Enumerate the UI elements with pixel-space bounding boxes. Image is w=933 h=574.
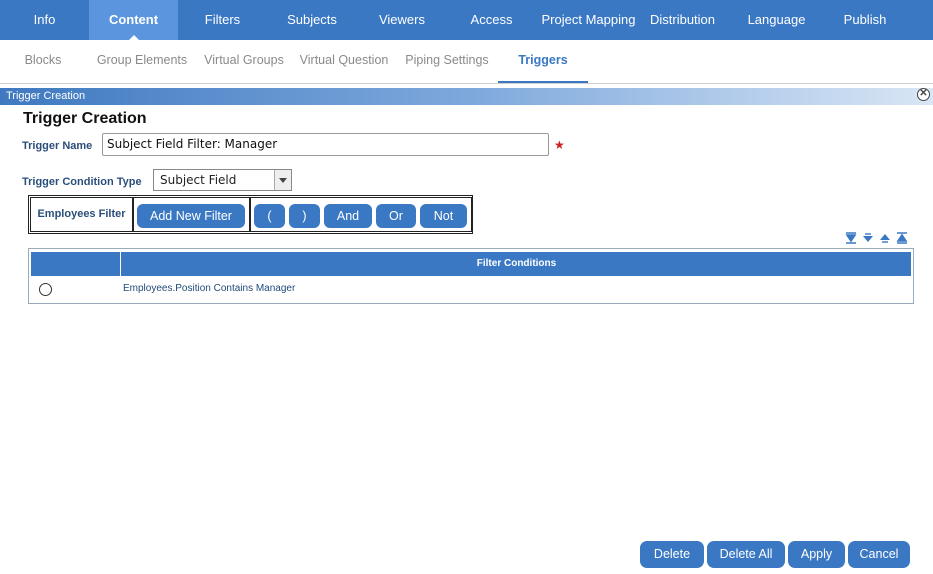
or-button[interactable]: Or (376, 204, 416, 228)
employees-filter-label: Employees Filter (30, 197, 133, 232)
page-title: Trigger Creation (23, 110, 147, 127)
top-nav: Info Content Filters Subjects Viewers Ac… (0, 0, 933, 41)
move-up-icon[interactable] (879, 232, 891, 244)
nav-tab-language[interactable]: Language (724, 0, 829, 40)
not-button[interactable]: Not (420, 204, 467, 228)
add-new-filter-button[interactable]: Add New Filter (137, 204, 245, 228)
nav-tab-viewers[interactable]: Viewers (357, 0, 447, 40)
and-button[interactable]: And (324, 204, 372, 228)
trigger-name-input[interactable]: Subject Field Filter: Manager (102, 133, 549, 156)
add-filter-cell: Add New Filter (133, 197, 250, 232)
condition-type-select[interactable]: Subject Field (153, 169, 292, 191)
grid-header-filter-conditions: Filter Conditions (476, 258, 557, 269)
subtab-piping-settings[interactable]: Piping Settings (400, 40, 494, 83)
chevron-down-icon (274, 170, 291, 190)
close-icon[interactable]: ✕ (917, 88, 930, 101)
grid-header-select-col (31, 252, 121, 276)
move-down-icon[interactable] (862, 232, 874, 244)
open-paren-button[interactable]: ( (254, 204, 285, 228)
nav-tab-distribution[interactable]: Distribution (641, 0, 724, 40)
condition-type-label: Trigger Condition Type (22, 176, 142, 188)
panel-header: Trigger Creation (0, 88, 933, 105)
subtab-triggers[interactable]: Triggers (498, 40, 588, 83)
apply-button[interactable]: Apply (788, 541, 845, 568)
operators-cell: ( ) And Or Not (250, 197, 472, 232)
move-bottom-icon[interactable] (845, 232, 857, 244)
subtab-group-elements[interactable]: Group Elements (88, 40, 196, 83)
condition-type-value: Subject Field (160, 173, 237, 187)
nav-tab-info[interactable]: Info (0, 0, 89, 40)
trigger-name-label: Trigger Name (22, 140, 93, 152)
subtab-virtual-question[interactable]: Virtual Question (294, 40, 394, 83)
delete-all-button[interactable]: Delete All (707, 541, 785, 568)
filter-conditions-grid: Filter Conditions Employees.Position Con… (28, 248, 914, 304)
required-star-icon: ★ (554, 138, 565, 152)
grid-header: Filter Conditions (31, 252, 911, 276)
nav-tab-filters[interactable]: Filters (178, 0, 267, 40)
nav-tab-project-mapping[interactable]: Project Mapping (536, 0, 641, 40)
filter-condition-text: Employees.Position Contains Manager (123, 283, 296, 294)
nav-tab-subjects[interactable]: Subjects (267, 0, 357, 40)
cancel-button[interactable]: Cancel (848, 541, 910, 568)
filter-toolbar: Employees Filter Add New Filter ( ) And … (28, 195, 473, 234)
nav-tab-access[interactable]: Access (447, 0, 536, 40)
subtab-virtual-groups[interactable]: Virtual Groups (200, 40, 288, 83)
sub-nav: Blocks Group Elements Virtual Groups Vir… (0, 40, 933, 84)
nav-tab-publish[interactable]: Publish (829, 0, 901, 40)
row-select-radio[interactable] (39, 283, 52, 296)
subtab-blocks[interactable]: Blocks (14, 40, 72, 83)
delete-button[interactable]: Delete (640, 541, 704, 568)
close-paren-button[interactable]: ) (289, 204, 320, 228)
nav-tab-content[interactable]: Content (89, 0, 178, 41)
panel-header-label: Trigger Creation (6, 90, 86, 102)
move-top-icon[interactable] (896, 232, 908, 244)
